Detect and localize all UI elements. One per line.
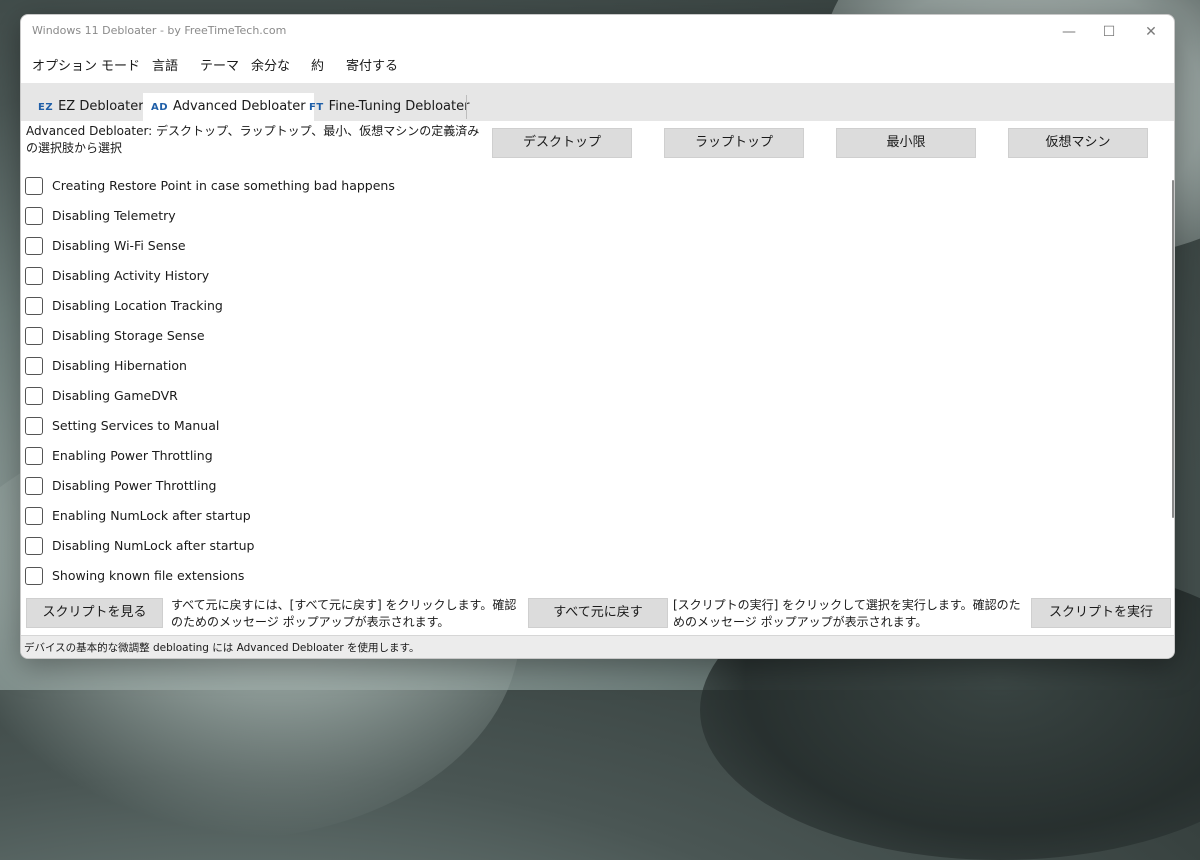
tab-strip: EZ EZ Debloater AD Advanced Debloater FT Fi… (21, 83, 1174, 121)
checkbox[interactable] (25, 507, 43, 525)
option-label: Disabling NumLock after startup (52, 538, 255, 553)
revert-all-button[interactable]: すべて元に戻す (528, 598, 668, 628)
window-title: Windows 11 Debloater - by FreeTimeTech.c… (32, 24, 287, 37)
status-text: デバイスの基本的な微調整 debloating には Advanced Debl… (24, 642, 420, 654)
menu-mode[interactable]: モード (101, 55, 140, 74)
option-label: Disabling Telemetry (52, 208, 176, 223)
menu-donate[interactable]: 寄付する (346, 55, 398, 74)
view-script-button[interactable]: スクリプトを見る (26, 598, 163, 628)
ez-icon: EZ (38, 102, 54, 113)
menu-bar: オプション モード 言語 テーマ 余分な 約 寄付する (21, 51, 1174, 79)
checkbox[interactable] (25, 567, 43, 585)
tab-divider (466, 95, 467, 119)
option-label: Disabling GameDVR (52, 388, 178, 403)
maximize-button[interactable]: ☐ (1089, 19, 1129, 45)
close-button[interactable]: ✕ (1131, 19, 1171, 45)
checkbox[interactable] (25, 417, 43, 435)
menu-about[interactable]: 約 (311, 55, 324, 74)
preset-vm-button[interactable]: 仮想マシン (1008, 128, 1148, 158)
minimize-button[interactable]: — (1049, 19, 1089, 45)
options-scrollbar[interactable] (1172, 180, 1174, 518)
option-label: Disabling Storage Sense (52, 328, 205, 343)
app-window: Windows 11 Debloater - by FreeTimeTech.c… (20, 14, 1175, 659)
checkbox[interactable] (25, 537, 43, 555)
preset-description: Advanced Debloater: デスクトップ、ラップトップ、最小、仮想マ… (26, 124, 480, 155)
checkbox[interactable] (25, 267, 43, 285)
ad-icon: AD (151, 102, 169, 113)
checkbox[interactable] (25, 207, 43, 225)
preset-minimal-button[interactable]: 最小限 (836, 128, 976, 158)
menu-language[interactable]: 言語 (152, 55, 178, 74)
ft-icon: FT (309, 102, 324, 113)
preset-desktop-button[interactable]: デスクトップ (492, 128, 632, 158)
tab-label: Advanced Debloater (173, 99, 306, 114)
tab-label: EZ Debloater (58, 99, 144, 114)
options-list: Creating Restore Point in case something… (21, 169, 1161, 589)
status-bar: デバイスの基本的な微調整 debloating には Advanced Debl… (21, 635, 1174, 658)
checkbox[interactable] (25, 237, 43, 255)
menu-theme[interactable]: テーマ (200, 55, 239, 74)
tab-ez-debloater[interactable]: EZ EZ Debloater (30, 93, 152, 121)
checkbox[interactable] (25, 327, 43, 345)
option-label: Disabling Power Throttling (52, 478, 217, 493)
checkbox[interactable] (25, 477, 43, 495)
run-script-button[interactable]: スクリプトを実行 (1031, 598, 1171, 628)
tab-advanced-debloater[interactable]: AD Advanced Debloater (143, 93, 314, 121)
run-note: [スクリプトの実行] をクリックして選択を実行します。確認のためのメッセージ ポ… (673, 598, 1021, 629)
menu-extras[interactable]: 余分な (251, 55, 290, 74)
preset-laptop-button[interactable]: ラップトップ (664, 128, 804, 158)
option-label: Showing known file extensions (52, 568, 245, 583)
option-label: Disabling Activity History (52, 268, 210, 283)
option-label: Enabling Power Throttling (52, 448, 213, 463)
checkbox[interactable] (25, 357, 43, 375)
option-label: Setting Services to Manual (52, 418, 220, 433)
title-bar[interactable]: Windows 11 Debloater - by FreeTimeTech.c… (21, 15, 1174, 49)
checkbox[interactable] (25, 297, 43, 315)
revert-note: すべて元に戻すには、[すべて元に戻す] をクリックします。確認のためのメッセージ… (171, 598, 517, 629)
option-label: Enabling NumLock after startup (52, 508, 251, 523)
tab-fine-tuning-debloater[interactable]: FT Fine-Tuning Debloater (301, 93, 477, 121)
option-label: Disabling Location Tracking (52, 298, 223, 313)
option-label: Disabling Hibernation (52, 358, 187, 373)
tab-label: Fine-Tuning Debloater (328, 99, 470, 114)
checkbox[interactable] (25, 177, 43, 195)
checkbox[interactable] (25, 447, 43, 465)
option-label: Disabling Wi-Fi Sense (52, 238, 186, 253)
menu-options[interactable]: オプション (32, 55, 97, 74)
checkbox[interactable] (25, 387, 43, 405)
option-label: Creating Restore Point in case something… (52, 178, 395, 193)
